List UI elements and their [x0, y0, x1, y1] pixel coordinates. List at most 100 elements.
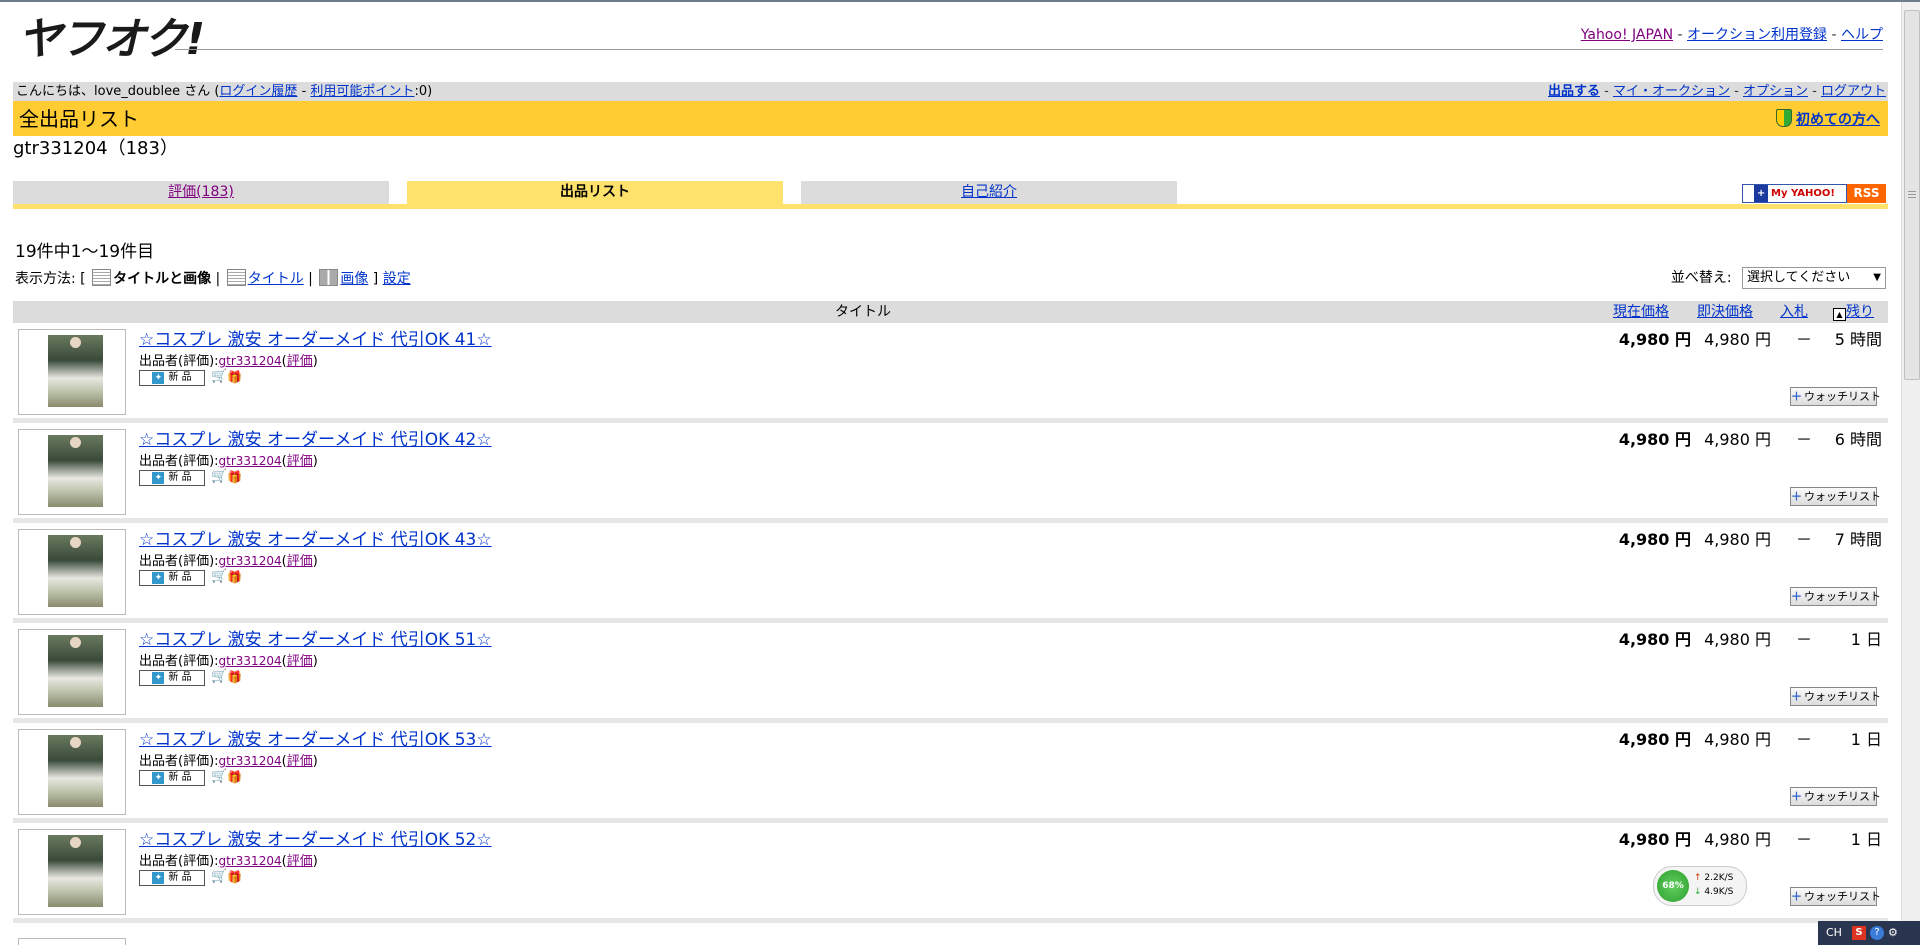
seller-rating-link[interactable]: 評価 — [287, 454, 313, 469]
item-title-link[interactable]: ☆コスプレ 激安 オーダーメイド 代引OK 41☆ — [139, 329, 492, 351]
tab-profile-label[interactable]: 自己紹介 — [961, 184, 1017, 200]
cart-icon: 🛒 — [211, 669, 228, 684]
network-speed-widget[interactable]: 68% ↑ 2.2K/S ↓ 4.9K/S — [1653, 866, 1747, 906]
seller-link[interactable]: gtr331204 — [219, 754, 282, 768]
current-price: 4,980 円 — [1618, 830, 1691, 849]
column-bids[interactable]: 入札 — [1780, 301, 1810, 323]
new-badge-label: 新 品 — [168, 572, 192, 583]
item-image[interactable] — [48, 335, 103, 407]
scrollbar-thumb[interactable] — [1904, 10, 1920, 380]
yahuoku-logo[interactable]: ヤフオク! — [18, 14, 205, 66]
sell-link[interactable]: 出品する — [1548, 84, 1600, 99]
new-icon: ✦ — [152, 572, 165, 584]
column-current-price[interactable]: 現在価格 — [1613, 301, 1677, 323]
view-title-link[interactable]: タイトル — [248, 271, 304, 287]
cart-icon: 🛒 — [211, 469, 228, 484]
bid-count: － — [1795, 830, 1812, 849]
image-view-icon[interactable] — [319, 269, 339, 286]
vertical-scrollbar[interactable] — [1901, 2, 1920, 945]
gear-icon[interactable]: ⚙ — [1888, 921, 1898, 945]
title-view-icon[interactable] — [226, 269, 246, 286]
settings-link[interactable]: 設定 — [383, 271, 411, 287]
login-history-link[interactable]: ログイン履歴 — [219, 84, 297, 99]
item-title-link[interactable]: ☆コスプレ 激安 オーダーメイド 代引OK 43☆ — [139, 529, 492, 551]
auction-register-link[interactable]: オークション利用登録 — [1687, 27, 1827, 43]
tab-rating[interactable]: 評価(183) — [13, 181, 389, 204]
download-speed: ↓ 4.9K/S — [1694, 887, 1733, 897]
tab-rating-label[interactable]: 評価(183) — [168, 184, 234, 200]
rss-button[interactable]: RSS — [1847, 184, 1886, 203]
item-image[interactable] — [48, 635, 103, 707]
cart-icon: 🛒 — [211, 569, 228, 584]
item-badges: ✦ 新 品 🛒🎁 — [139, 370, 243, 386]
points-link[interactable]: 利用可能ポイント — [310, 84, 414, 99]
greeting-bar: こんにちは、love_doublee さん (ログイン履歴 - 利用可能ポイント… — [13, 82, 1888, 101]
item-title-link[interactable]: ☆コスプレ 激安 オーダーメイド 代引OK 51☆ — [139, 629, 492, 651]
separator: - — [1604, 84, 1609, 99]
title-bar: 全出品リスト 初めての方へ — [13, 101, 1888, 136]
seller-rating-link[interactable]: 評価 — [287, 854, 313, 869]
item-image[interactable] — [48, 835, 103, 907]
seller-rating-link[interactable]: 評価 — [287, 754, 313, 769]
tab-listings[interactable]: 出品リスト — [407, 181, 783, 204]
ime-s-icon[interactable]: S — [1852, 926, 1866, 940]
watchlist-label: ウォッチリスト — [1804, 890, 1881, 903]
help-link[interactable]: ヘルプ — [1841, 27, 1883, 43]
greeting-prefix: こんにちは、 — [16, 84, 95, 99]
watchlist-label: ウォッチリスト — [1804, 790, 1881, 803]
item-row: ☆コスプレ 激安 オーダーメイド 代引OK 41☆ 出品者(評価):gtr3312… — [13, 323, 1888, 423]
item-thumbnail[interactable] — [18, 729, 126, 815]
seller-rating-link[interactable]: 評価 — [287, 654, 313, 669]
item-thumbnail[interactable] — [18, 529, 126, 615]
item-title-link[interactable]: ☆コスプレ 激安 オーダーメイド 代引OK 42☆ — [139, 429, 492, 451]
yahoo-japan-link[interactable]: Yahoo! JAPAN — [1581, 27, 1673, 43]
watchlist-button[interactable]: ＋ウォッチリスト — [1790, 687, 1881, 706]
seller-label: 出品者(評価): — [139, 354, 219, 369]
item-image[interactable] — [48, 435, 103, 507]
watchlist-button[interactable]: ＋ウォッチリスト — [1790, 587, 1881, 606]
watchlist-button[interactable]: ＋ウォッチリスト — [1790, 487, 1881, 506]
beginner-link[interactable]: 初めての方へ — [1796, 112, 1880, 128]
watchlist-label: ウォッチリスト — [1804, 690, 1881, 703]
watchlist-button[interactable]: ＋ウォッチリスト — [1790, 787, 1881, 806]
gift-icon: 🎁 — [227, 370, 242, 384]
beginner-guide[interactable]: 初めての方へ — [1776, 109, 1880, 129]
logout-link[interactable]: ログアウト — [1821, 84, 1886, 99]
seller-link[interactable]: gtr331204 — [219, 654, 282, 668]
seller-label: 出品者(評価): — [139, 554, 219, 569]
view-image-link[interactable]: 画像 — [340, 271, 368, 287]
tab-profile[interactable]: 自己紹介 — [801, 181, 1177, 204]
item-image[interactable] — [48, 535, 103, 607]
watchlist-button[interactable]: ＋ウォッチリスト — [1790, 387, 1881, 406]
column-time-left-label[interactable]: 残り — [1846, 304, 1874, 320]
list-header: タイトル 現在価格 即決価格 入札 ▲ 残り — [13, 301, 1888, 323]
item-thumbnail[interactable] — [18, 429, 126, 515]
item-title-link[interactable]: ☆コスプレ 激安 オーダーメイド 代引OK 53☆ — [139, 729, 492, 751]
input-language-indicator[interactable]: CH — [1826, 921, 1842, 945]
item-title-link[interactable]: ☆コスプレ 激安 オーダーメイド 代引OK 52☆ — [139, 829, 492, 851]
item-thumbnail[interactable] — [18, 329, 126, 415]
seller-rating-link[interactable]: 評価 — [287, 354, 313, 369]
item-image[interactable] — [48, 735, 103, 807]
column-time-left[interactable]: ▲ 残り — [1833, 301, 1885, 323]
item-thumbnail[interactable] — [18, 829, 126, 915]
column-buy-now[interactable]: 即決価格 — [1697, 301, 1761, 323]
item-row: ☆コスプレ 激安 オーダーメイド 代引OK 51☆ 出品者(評価):gtr3312… — [13, 623, 1888, 723]
list-image-view-icon[interactable] — [92, 269, 112, 286]
current-price: 4,980 円 — [1618, 330, 1691, 349]
my-auction-link[interactable]: マイ・オークション — [1613, 84, 1730, 99]
options-link[interactable]: オプション — [1743, 84, 1808, 99]
help-icon[interactable]: ? — [1870, 926, 1884, 940]
item-thumbnail[interactable] — [18, 629, 126, 715]
seller-link[interactable]: gtr331204 — [219, 454, 282, 468]
watchlist-button[interactable]: ＋ウォッチリスト — [1790, 887, 1881, 906]
sort-select[interactable]: 選択してください ▼ — [1742, 267, 1886, 289]
seller-rating-link[interactable]: 評価 — [287, 554, 313, 569]
current-price: 4,980 円 — [1618, 730, 1691, 749]
seller-link[interactable]: gtr331204 — [219, 354, 282, 368]
add-my-yahoo-button[interactable]: + My YAHOO! — [1742, 184, 1847, 203]
plus-icon: ＋ — [1791, 590, 1802, 603]
seller-link[interactable]: gtr331204 — [219, 554, 282, 568]
seller-link[interactable]: gtr331204 — [219, 854, 282, 868]
my-yahoo-label: My YAHOO! — [1771, 188, 1835, 199]
